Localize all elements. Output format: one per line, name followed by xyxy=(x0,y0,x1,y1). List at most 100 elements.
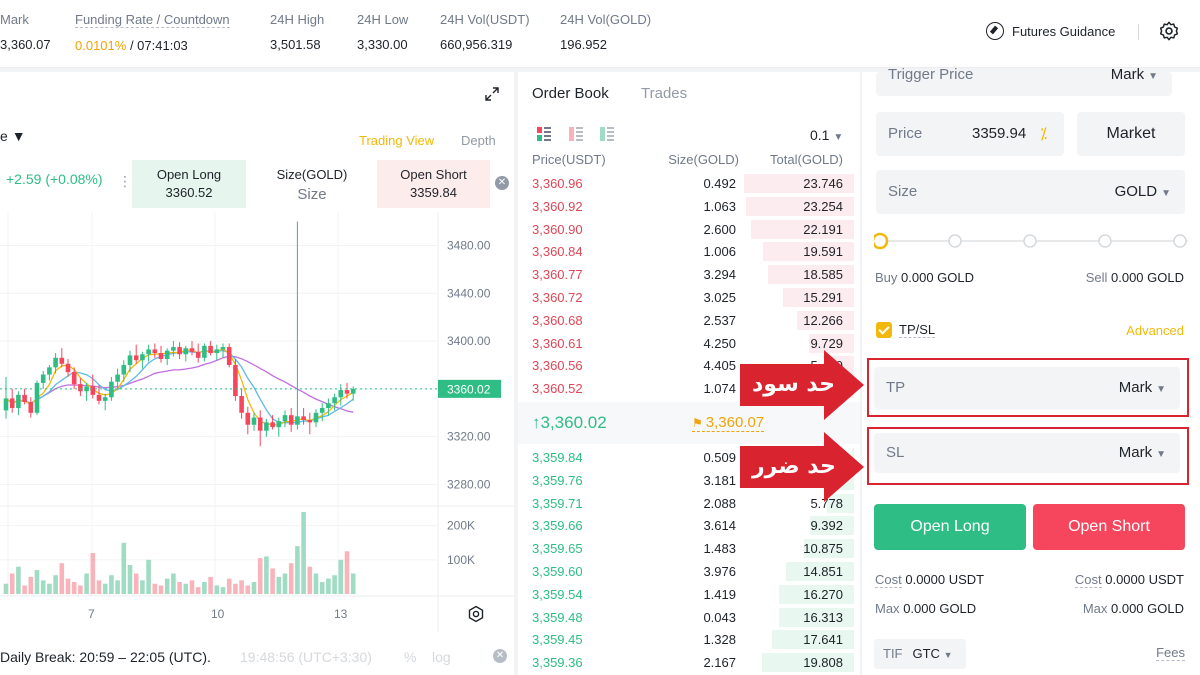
slider-thumb[interactable] xyxy=(874,232,889,250)
slider-step[interactable] xyxy=(1023,234,1037,248)
current-price-label: 3360.02 xyxy=(447,382,491,396)
ask-row[interactable]: 3,360.96 0.492 23.746 xyxy=(518,172,860,194)
tif-select[interactable]: TIF GTC ▼ xyxy=(874,639,966,669)
time-tick-label: 7 xyxy=(88,607,95,621)
size-unit-select[interactable]: GOLD ▼ xyxy=(1115,183,1171,200)
book-bids-only-icon[interactable] xyxy=(600,127,614,141)
volume-bar xyxy=(338,559,344,594)
cost-long-value: 0.0000 USDT xyxy=(905,572,985,587)
price-chart[interactable]: 3480.003440.003400.003360.003320.003280.… xyxy=(0,72,514,632)
close-icon[interactable]: ✕ xyxy=(493,649,507,663)
price-tick-label: 3480.00 xyxy=(447,238,491,252)
tpsl-checkbox[interactable] xyxy=(876,322,892,338)
ask-total: 9.729 xyxy=(810,335,843,351)
advanced-link[interactable]: Advanced xyxy=(1126,323,1184,338)
size-slider[interactable] xyxy=(874,232,1194,250)
ask-row[interactable]: 3,360.72 3.025 15.291 xyxy=(518,286,860,308)
volume-bar xyxy=(78,585,83,594)
ask-total: 18.585 xyxy=(803,267,843,283)
bid-size: 0.043 xyxy=(703,609,736,625)
ask-price: 3,360.96 xyxy=(532,176,583,191)
market-price-button[interactable]: Market xyxy=(1077,112,1185,156)
bid-row[interactable]: 3,359.60 3.976 14.851 xyxy=(518,560,860,582)
bid-size: 2.167 xyxy=(703,655,736,671)
candle-body xyxy=(239,396,244,413)
stat-24h-low-label: 24H Low xyxy=(357,12,409,27)
gear-icon[interactable] xyxy=(1158,20,1180,42)
volume-bar xyxy=(226,578,232,594)
close-icon[interactable]: ✕ xyxy=(495,176,509,190)
chart-settings-icon[interactable] xyxy=(466,604,486,624)
chevron-down-icon: ▼ xyxy=(1161,188,1171,199)
quick-size-label: Size(GOLD) xyxy=(276,167,348,182)
size-label: Size xyxy=(888,183,918,200)
cost-long: Cost 0.0000 USDT xyxy=(875,572,985,588)
slider-step[interactable] xyxy=(1098,234,1112,248)
volume-bar xyxy=(288,563,294,594)
ask-price: 3,360.72 xyxy=(532,290,583,305)
log-scale-toggle[interactable]: log xyxy=(432,649,451,665)
candle-body xyxy=(233,364,238,397)
slider-step[interactable] xyxy=(1173,234,1187,248)
candle-body xyxy=(171,347,176,351)
tab-order-book[interactable]: Order Book xyxy=(532,85,609,102)
slider-step[interactable] xyxy=(948,234,962,248)
bid-row[interactable]: 3,359.36 2.167 19.808 xyxy=(518,651,860,673)
bid-row[interactable]: 3,359.66 3.614 9.392 xyxy=(518,514,860,536)
bid-row[interactable]: 3,359.54 1.419 16.270 xyxy=(518,583,860,605)
trigger-price-select[interactable]: Trigger Price Mark ▼ xyxy=(876,66,1172,96)
expand-icon[interactable] xyxy=(484,86,500,102)
bid-row[interactable]: 3,359.48 0.043 16.313 xyxy=(518,606,860,628)
volume-bar xyxy=(319,582,325,594)
candle-body xyxy=(65,363,71,373)
ask-row[interactable]: 3,360.84 1.006 19.591 xyxy=(518,240,860,262)
ask-price: 3,360.77 xyxy=(532,267,583,283)
open-long-button[interactable]: Open Long xyxy=(874,504,1026,550)
volume-bar xyxy=(295,546,300,594)
volume-bar xyxy=(208,576,213,594)
book-both-sides-icon[interactable] xyxy=(537,127,551,141)
candle-body xyxy=(202,345,207,358)
ma-line-slow xyxy=(5,355,354,413)
interval-selector[interactable]: e ▼ xyxy=(0,128,26,144)
open-short-button[interactable]: Open Short xyxy=(1033,504,1185,550)
ask-row[interactable]: 3,360.68 2.537 12.266 xyxy=(518,309,860,331)
stat-funding-label[interactable]: Funding Rate / Countdown xyxy=(75,12,230,28)
price-input[interactable]: Price 3359.94 ⁒ xyxy=(876,112,1064,156)
trigger-price-value: Mark ▼ xyxy=(1111,66,1158,83)
bid-row[interactable]: 3,359.45 1.328 17.641 xyxy=(518,628,860,650)
volume-bar xyxy=(189,580,195,594)
quick-open-short-button[interactable]: Open Short 3359.84 xyxy=(377,160,490,208)
max-long-label: Max xyxy=(875,601,900,616)
price-step-selector[interactable]: 0.1 ▼ xyxy=(810,127,843,143)
bid-row[interactable]: 3,359.65 1.483 10.875 xyxy=(518,537,860,559)
price-tick-label: 3320.00 xyxy=(447,430,491,444)
ask-size: 0.492 xyxy=(703,176,736,191)
trigger-price-label: Trigger Price xyxy=(888,66,974,83)
futures-guidance-link[interactable]: Futures Guidance xyxy=(986,22,1115,40)
candle-body xyxy=(276,421,282,428)
percent-scale-toggle[interactable]: % xyxy=(404,649,416,665)
book-asks-only-icon[interactable] xyxy=(569,127,583,141)
sl-highlight-box xyxy=(867,427,1189,485)
quick-open-long-button[interactable]: Open Long 3360.52 xyxy=(132,160,246,208)
stat-funding[interactable]: Funding Rate / Countdown 0.0101% / 07:41… xyxy=(75,12,230,53)
tab-depth[interactable]: Depth xyxy=(461,133,496,148)
size-input[interactable]: Size GOLD ▼ xyxy=(876,170,1185,214)
stat-24h-low-value: 3,330.00 xyxy=(357,37,408,52)
ask-row[interactable]: 3,360.92 1.063 23.254 xyxy=(518,195,860,217)
tpsl-label[interactable]: TP/SL xyxy=(899,322,936,338)
fees-link[interactable]: Fees xyxy=(1156,645,1185,661)
quick-short-label: Open Short xyxy=(400,167,467,182)
ask-row[interactable]: 3,360.77 3.294 18.585 xyxy=(518,263,860,285)
candle-body xyxy=(115,374,120,382)
candle-body xyxy=(344,390,350,394)
tab-trades[interactable]: Trades xyxy=(641,85,687,102)
candle-body xyxy=(34,382,40,413)
ask-row[interactable]: 3,360.90 2.600 22.191 xyxy=(518,218,860,240)
cost-short-value: 0.0000 USDT xyxy=(1105,572,1184,587)
quick-size-input[interactable]: Size(GOLD) Size xyxy=(256,160,368,208)
tab-trading-view[interactable]: Trading View xyxy=(359,133,434,148)
percent-icon[interactable]: ⁒ xyxy=(1040,124,1047,144)
volume-bar xyxy=(152,583,158,594)
